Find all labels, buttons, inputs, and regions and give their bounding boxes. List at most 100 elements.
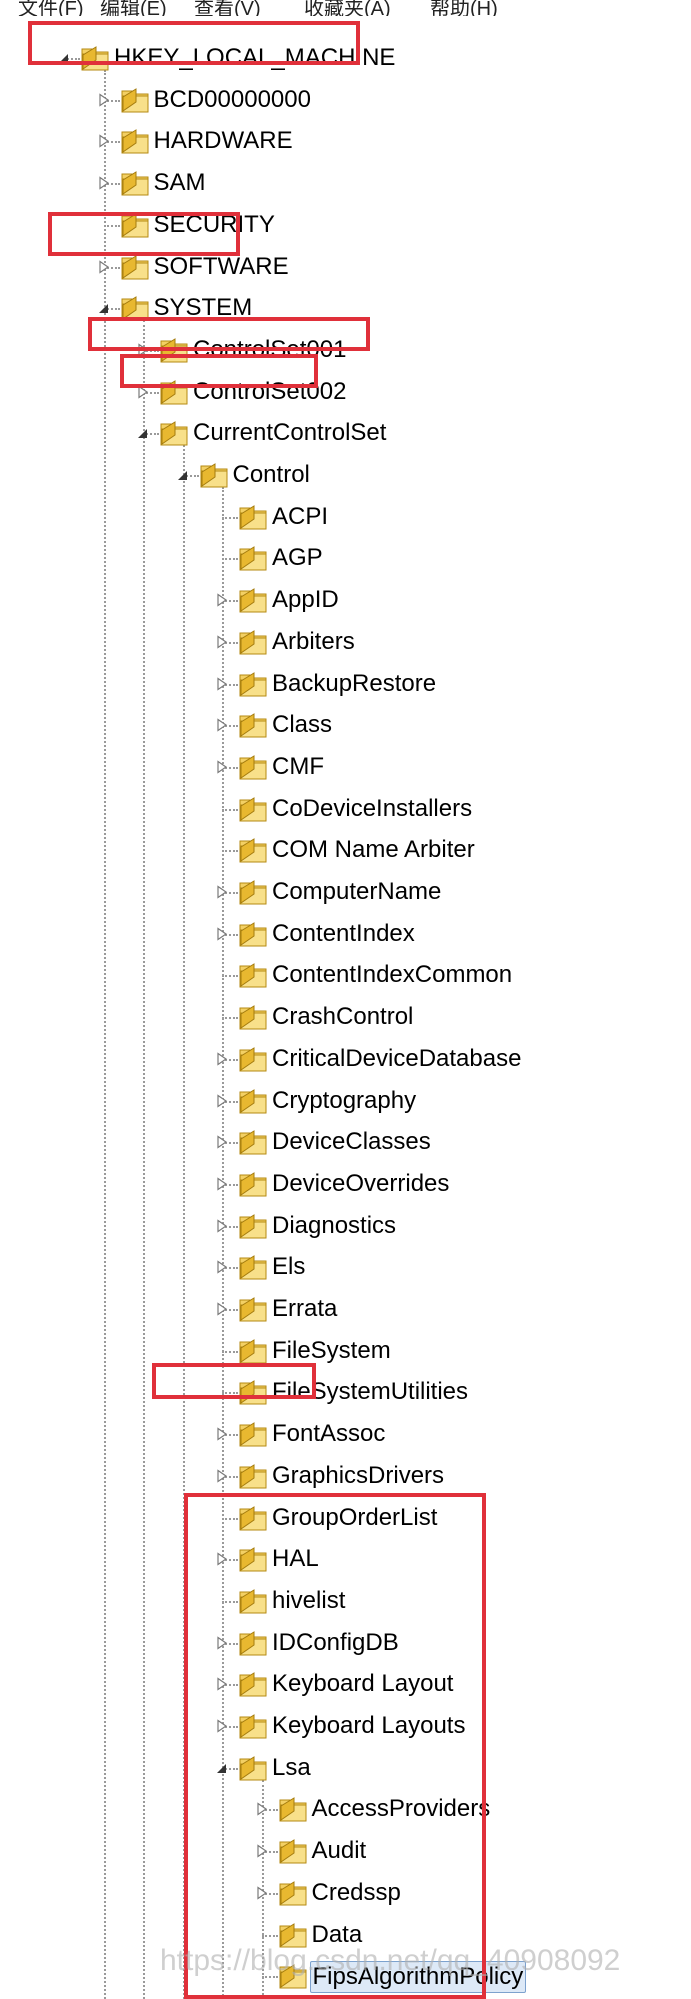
registry-tree: HKEY_LOCAL_MACHINE BCD00000000 HARDWARE SAM… [0,0,691,1999]
tree-node-label[interactable]: DeviceOverrides [270,1169,451,1199]
folder-icon [238,1252,268,1282]
collapsed-triangle-icon[interactable] [216,760,228,774]
tree-node-label[interactable]: BackupRestore [270,669,438,699]
tree-node-label[interactable]: CoDeviceInstallers [270,794,474,824]
tree-node[interactable]: DeviceOverrides [0,1166,691,1202]
tree-node[interactable]: SAM [0,165,691,201]
tree-node-label[interactable]: AppID [270,585,341,615]
tree-node-label[interactable]: Els [270,1252,307,1282]
tree-node-label[interactable]: SAM [152,168,208,198]
collapsed-triangle-icon[interactable] [216,593,228,607]
tree-node[interactable]: BackupRestore [0,666,691,702]
annotation-box [120,354,318,388]
collapsed-triangle-icon[interactable] [216,635,228,649]
watermark: https://blog.csdn.net/qq_40908092 [160,1944,621,1977]
tree-node[interactable]: CoDeviceInstallers [0,791,691,827]
tree-node[interactable]: Class [0,707,691,743]
expanded-triangle-icon[interactable] [137,426,149,440]
tree-node[interactable]: ACPI [0,499,691,535]
folder-icon [238,627,268,657]
tree-node[interactable]: Cryptography [0,1083,691,1119]
collapsed-triangle-icon[interactable] [216,718,228,732]
tree-node[interactable]: BCD00000000 [0,82,691,118]
tree-node[interactable]: Diagnostics [0,1208,691,1244]
tree-node-label[interactable]: FontAssoc [270,1419,387,1449]
tree-node-label[interactable]: BCD00000000 [152,85,313,115]
collapsed-triangle-icon[interactable] [98,176,110,190]
folder-icon [120,85,150,115]
collapsed-triangle-icon[interactable] [216,1469,228,1483]
tree-node[interactable]: COM Name Arbiter [0,832,691,868]
tree-node-label[interactable]: Arbiters [270,627,357,657]
tree-node-label[interactable]: FileSystem [270,1336,393,1366]
tree-node-label[interactable]: Errata [270,1294,339,1324]
folder-icon [238,1461,268,1491]
tree-node-label[interactable]: SOFTWARE [152,252,291,282]
collapsed-triangle-icon[interactable] [216,676,228,691]
tree-node-label[interactable]: HARDWARE [152,126,295,156]
expanded-triangle-icon[interactable] [98,301,110,315]
tree-node[interactable]: CrashControl [0,999,691,1035]
expanded-triangle-icon[interactable] [177,468,189,482]
collapsed-triangle-icon[interactable] [98,93,110,107]
tree-node-label[interactable]: CurrentControlSet [191,418,388,448]
collapsed-triangle-icon[interactable] [216,1218,228,1233]
tree-connector-line [222,850,238,853]
tree-node[interactable]: FontAssoc [0,1416,691,1452]
tree-node-label[interactable]: GraphicsDrivers [270,1461,446,1491]
collapsed-triangle-icon[interactable] [216,1260,228,1274]
tree-node[interactable]: Els [0,1249,691,1285]
folder-icon [238,502,268,532]
tree-node[interactable]: CMF [0,749,691,785]
tree-node[interactable]: AppID [0,582,691,618]
tree-node[interactable]: CriticalDeviceDatabase [0,1041,691,1077]
annotation-box [88,317,370,351]
tree-node[interactable]: ContentIndexCommon [0,957,691,993]
collapsed-triangle-icon[interactable] [216,927,228,941]
tree-node[interactable]: ComputerName [0,874,691,910]
folder-icon [238,585,268,615]
tree-node-label[interactable]: Class [270,710,334,740]
tree-node-label[interactable]: Diagnostics [270,1211,398,1241]
tree-node[interactable]: DeviceClasses [0,1124,691,1160]
tree-node[interactable]: AGP [0,540,691,576]
tree-node-label[interactable]: ContentIndexCommon [270,960,514,990]
tree-node[interactable]: FileSystemUtilities [0,1374,691,1410]
tree-node-label[interactable]: ContentIndex [270,919,417,949]
collapsed-triangle-icon[interactable] [216,1427,228,1441]
collapsed-triangle-icon[interactable] [216,1135,228,1149]
collapsed-triangle-icon[interactable] [216,1052,228,1066]
tree-connector-line [222,1017,238,1020]
annotation-box [152,1363,316,1399]
folder-icon [238,794,268,824]
tree-node[interactable]: Errata [0,1291,691,1327]
collapsed-triangle-icon[interactable] [216,885,228,899]
collapsed-triangle-icon[interactable] [216,1177,228,1191]
collapsed-triangle-icon[interactable] [216,1093,228,1108]
collapsed-triangle-icon[interactable] [98,134,110,149]
collapsed-triangle-icon[interactable] [216,1302,228,1316]
tree-node-label[interactable]: CriticalDeviceDatabase [270,1044,523,1074]
tree-node-label[interactable]: CrashControl [270,1002,415,1032]
tree-node[interactable]: Arbiters [0,624,691,660]
folder-icon [238,1086,268,1116]
tree-node[interactable]: ControlSet002 [0,374,691,410]
collapsed-triangle-icon[interactable] [98,259,110,274]
tree-node-label[interactable]: ACPI [270,502,330,532]
tree-node-label[interactable]: COM Name Arbiter [270,835,477,865]
tree-node-label[interactable]: AGP [270,543,325,573]
tree-node-label[interactable]: ComputerName [270,877,443,907]
tree-node[interactable]: HARDWARE [0,123,691,159]
tree-node-label[interactable]: DeviceClasses [270,1127,433,1157]
tree-node[interactable]: GraphicsDrivers [0,1458,691,1494]
folder-icon [238,669,268,699]
annotation-box [28,21,360,65]
tree-node-label[interactable]: Control [231,460,312,490]
tree-node-label[interactable]: CMF [270,752,326,782]
tree-node-label[interactable]: Cryptography [270,1086,418,1116]
tree-node[interactable]: ContentIndex [0,916,691,952]
tree-node[interactable]: CurrentControlSet [0,415,691,451]
tree-node[interactable]: FileSystem [0,1333,691,1369]
tree-node[interactable]: Control [0,457,691,493]
tree-connector-line [222,1350,238,1353]
